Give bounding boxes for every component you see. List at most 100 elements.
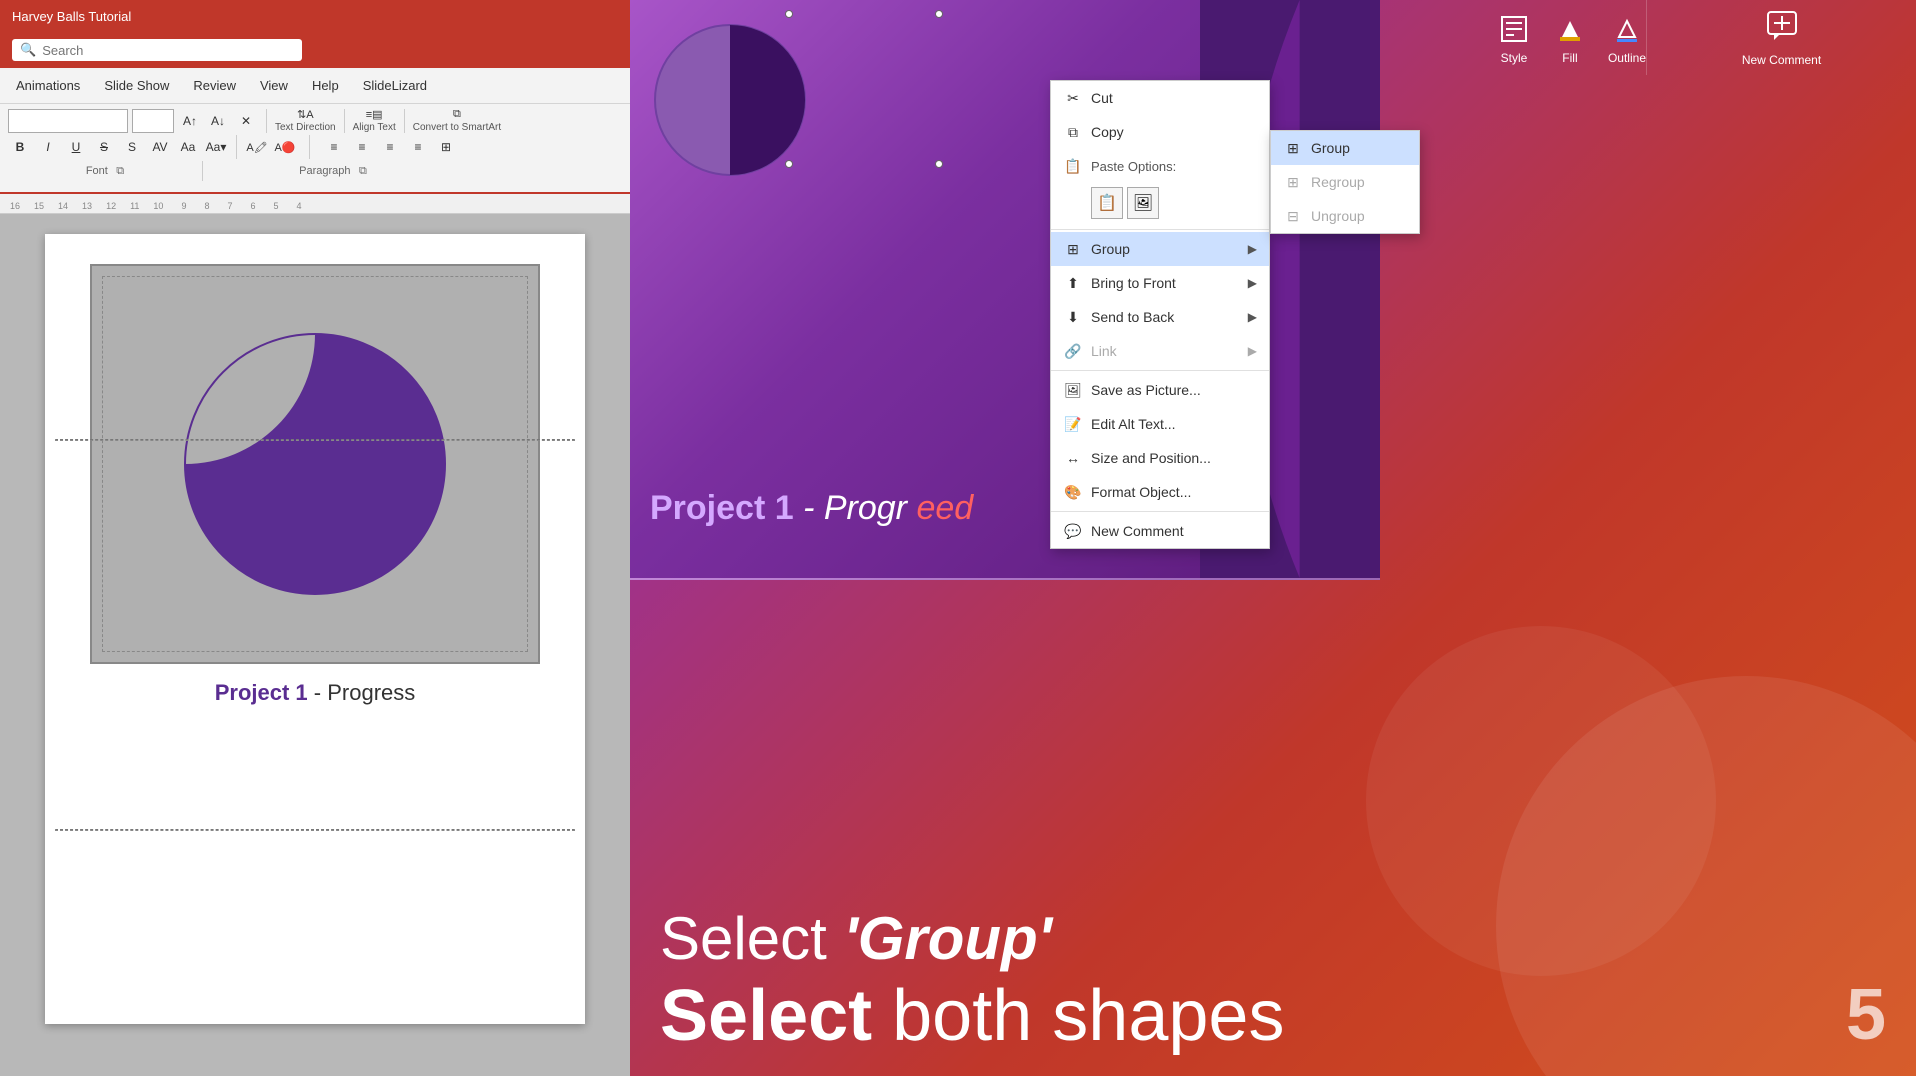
fill-label: Fill bbox=[1562, 51, 1577, 65]
bold-btn[interactable]: B bbox=[8, 135, 32, 159]
style-icon-group[interactable]: Style bbox=[1496, 11, 1532, 65]
submenu-group-item[interactable]: ⊞ Group bbox=[1271, 131, 1419, 165]
highlight-btn[interactable]: A🖍 bbox=[245, 135, 269, 159]
columns-btn[interactable]: ⊞ bbox=[434, 135, 458, 159]
slide-title-normal: - Progress bbox=[314, 680, 415, 705]
edit-alt-text-label: Edit Alt Text... bbox=[1091, 416, 1176, 432]
new-comment-menu-icon: 💬 bbox=[1063, 521, 1083, 541]
preview-title-italic: - Progr bbox=[803, 489, 907, 527]
ruler-marks: 16 15 14 13 12 11 10 9 8 7 6 5 4 bbox=[0, 194, 630, 213]
search-bar: 🔍 bbox=[0, 32, 630, 68]
menu-slidelizard[interactable]: SlideLizard bbox=[351, 72, 439, 99]
group-arrow: ▶ bbox=[1248, 242, 1257, 256]
separator-3 bbox=[1051, 511, 1269, 512]
format-object-menu-item[interactable]: 🎨 Format Object... bbox=[1051, 475, 1269, 509]
bring-to-front-label: Bring to Front bbox=[1091, 275, 1176, 291]
submenu-ungroup-item: ⊟ Ungroup bbox=[1271, 199, 1419, 233]
new-comment-menu-label: New Comment bbox=[1091, 523, 1184, 539]
search-input[interactable] bbox=[42, 43, 262, 58]
ribbon-area: 18 A↑ A↓ ✕ ⇅A Text Direction ≡▤ Align Te… bbox=[0, 104, 630, 194]
size-position-menu-item[interactable]: ↔ Size and Position... bbox=[1051, 441, 1269, 475]
handle-mid-left bbox=[785, 160, 793, 168]
save-as-picture-menu-item[interactable]: 🖼 Save as Picture... bbox=[1051, 373, 1269, 407]
menu-help[interactable]: Help bbox=[300, 72, 351, 99]
paste-btn-2[interactable]: 🖼 bbox=[1127, 187, 1159, 219]
preview-title-bold: Project 1 bbox=[650, 489, 794, 527]
increase-font-btn[interactable]: A↑ bbox=[178, 109, 202, 133]
edit-alt-text-menu-item[interactable]: 📝 Edit Alt Text... bbox=[1051, 407, 1269, 441]
new-comment-btn[interactable]: New Comment bbox=[1646, 0, 1916, 75]
align-center-btn[interactable]: ≡ bbox=[350, 135, 374, 159]
paste-options-label: 📋 Paste Options: bbox=[1051, 149, 1269, 183]
convert-smartart-btn[interactable]: ⧉ Convert to SmartArt bbox=[413, 108, 501, 133]
menu-slideshow[interactable]: Slide Show bbox=[92, 72, 181, 99]
selection-bottom-line bbox=[55, 829, 575, 831]
slide-title-bold: Project 1 bbox=[215, 680, 308, 705]
menu-animations[interactable]: Animations bbox=[4, 72, 92, 99]
copy-label: Copy bbox=[1091, 124, 1124, 140]
group-icon: ⊞ bbox=[1063, 239, 1083, 259]
charspacing-btn[interactable]: AV bbox=[148, 135, 172, 159]
slide-chart-title: Project 1 - Progress bbox=[215, 680, 416, 706]
copy-menu-item[interactable]: ⧉ Copy bbox=[1051, 115, 1269, 149]
right-panel: Project 1 - Progr eed Style Fill Outline bbox=[630, 0, 1916, 1076]
menu-bar: Animations Slide Show Review View Help S… bbox=[0, 68, 630, 104]
outline-icon-group[interactable]: Outline bbox=[1608, 11, 1646, 65]
ribbon-row1: 18 A↑ A↓ ✕ ⇅A Text Direction ≡▤ Align Te… bbox=[8, 108, 622, 133]
link-label: Link bbox=[1091, 343, 1117, 359]
size-position-icon: ↔ bbox=[1063, 448, 1083, 468]
link-icon: 🔗 bbox=[1063, 341, 1083, 361]
submenu-regroup-item: ⊞ Regroup bbox=[1271, 165, 1419, 199]
fill-icon-group[interactable]: Fill bbox=[1552, 11, 1588, 65]
fontcolor-btn[interactable]: A🔴 bbox=[273, 135, 297, 159]
separator-2 bbox=[1051, 370, 1269, 371]
edit-alt-text-icon: 📝 bbox=[1063, 414, 1083, 434]
shadow-btn[interactable]: S bbox=[120, 135, 144, 159]
submenu-regroup-icon: ⊞ bbox=[1283, 172, 1303, 192]
instruction-line-1: Select 'Group' bbox=[660, 904, 1886, 973]
bring-to-front-menu-item[interactable]: ⬆ Bring to Front ▶ bbox=[1051, 266, 1269, 300]
align-right-btn[interactable]: ≡ bbox=[378, 135, 402, 159]
font-name-input[interactable] bbox=[8, 109, 128, 133]
strikethrough-btn[interactable]: S bbox=[92, 135, 116, 159]
align-left-btn[interactable]: ≡ bbox=[322, 135, 346, 159]
selection-dashed-box bbox=[102, 276, 528, 652]
decrease-font-btn[interactable]: A↓ bbox=[206, 109, 230, 133]
format-object-icon: 🎨 bbox=[1063, 482, 1083, 502]
preview-title-red: eed bbox=[916, 489, 973, 527]
top-icons-area: Style Fill Outline bbox=[1496, 0, 1646, 75]
bring-to-front-icon: ⬆ bbox=[1063, 273, 1083, 293]
send-to-back-icon: ⬇ bbox=[1063, 307, 1083, 327]
underline-btn[interactable]: U bbox=[64, 135, 88, 159]
fontcase-btn[interactable]: Aa bbox=[176, 135, 200, 159]
chart-container[interactable] bbox=[90, 264, 540, 664]
justify-btn[interactable]: ≡ bbox=[406, 135, 430, 159]
title-bar: Harvey Balls Tutorial bbox=[0, 0, 630, 32]
slide-content: Project 1 - Progress bbox=[45, 234, 585, 1024]
format-object-label: Format Object... bbox=[1091, 484, 1191, 500]
instruction-group: 'Group' bbox=[843, 905, 1052, 972]
context-menu: ✂ Cut ⧉ Copy 📋 Paste Options: 📋 🖼 ⊞ Grou… bbox=[1050, 80, 1270, 549]
new-comment-menu-item[interactable]: 💬 New Comment bbox=[1051, 514, 1269, 548]
menu-review[interactable]: Review bbox=[181, 72, 248, 99]
align-text-btn[interactable]: ≡▤ Align Text bbox=[353, 108, 396, 133]
cut-menu-item[interactable]: ✂ Cut bbox=[1051, 81, 1269, 115]
text-direction-btn[interactable]: ⇅A Text Direction bbox=[275, 108, 336, 133]
preview-harvey-ball bbox=[650, 20, 810, 180]
cut-label: Cut bbox=[1091, 90, 1113, 106]
send-to-back-menu-item[interactable]: ⬇ Send to Back ▶ bbox=[1051, 300, 1269, 334]
paste-btn-1[interactable]: 📋 bbox=[1091, 187, 1123, 219]
group-menu-item[interactable]: ⊞ Group ▶ bbox=[1051, 232, 1269, 266]
send-to-back-label: Send to Back bbox=[1091, 309, 1174, 325]
bottom-text-area: Select 'Group' Select both shapes bbox=[630, 904, 1916, 1056]
italic-btn[interactable]: I bbox=[36, 135, 60, 159]
fontcase2-btn[interactable]: Aa▾ bbox=[204, 135, 228, 159]
font-size-input[interactable]: 18 bbox=[132, 109, 174, 133]
ribbon-section-labels: Font ⧉ Paragraph ⧉ bbox=[8, 161, 622, 181]
submenu-ungroup-icon: ⊟ bbox=[1283, 206, 1303, 226]
search-container[interactable]: 🔍 bbox=[12, 39, 302, 61]
size-position-label: Size and Position... bbox=[1091, 450, 1211, 466]
menu-view[interactable]: View bbox=[248, 72, 300, 99]
separator-1 bbox=[1051, 229, 1269, 230]
clear-format-btn[interactable]: ✕ bbox=[234, 109, 258, 133]
